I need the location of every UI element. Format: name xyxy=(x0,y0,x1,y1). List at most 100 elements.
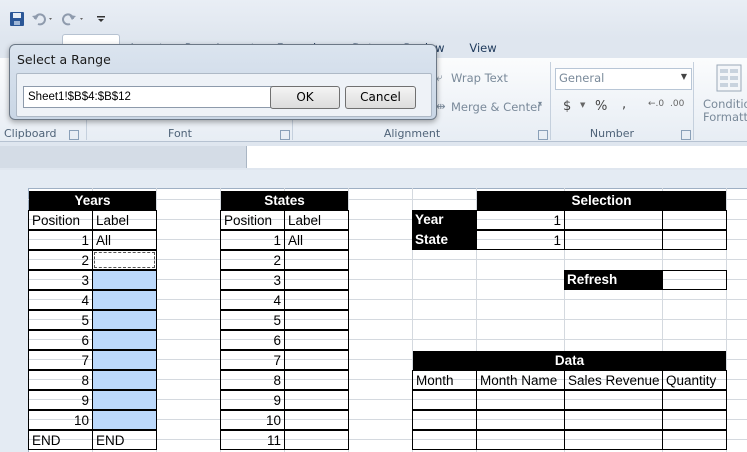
states-position-cell[interactable]: 6 xyxy=(220,330,285,350)
states-position-cell[interactable]: 9 xyxy=(220,390,285,410)
column-header[interactable] xyxy=(662,170,727,189)
row-header[interactable] xyxy=(0,320,29,341)
states-label-cell[interactable] xyxy=(284,290,349,310)
column-header[interactable] xyxy=(348,170,413,189)
increase-decimal-icon[interactable]: ←.0 xyxy=(648,99,664,109)
states-label-cell[interactable] xyxy=(284,270,349,290)
data-cell[interactable] xyxy=(564,410,663,430)
font-launcher-icon[interactable] xyxy=(280,130,290,140)
number-launcher-icon[interactable] xyxy=(681,130,691,140)
states-label-cell[interactable] xyxy=(284,310,349,330)
states-label-cell[interactable] xyxy=(284,410,349,430)
conditional-formatting-label-2[interactable]: Formattin xyxy=(703,110,747,124)
refresh-label[interactable]: Refresh xyxy=(564,270,663,290)
selection-cell[interactable] xyxy=(564,210,663,230)
years-label-cell[interactable] xyxy=(92,250,157,270)
years-label-cell-selected[interactable] xyxy=(92,350,157,370)
column-header[interactable] xyxy=(564,170,663,189)
states-position-cell[interactable]: 7 xyxy=(220,350,285,370)
column-header[interactable] xyxy=(156,170,221,189)
cancel-button[interactable]: Cancel xyxy=(345,86,416,109)
row-header[interactable] xyxy=(0,220,29,241)
tab-view[interactable]: View xyxy=(462,38,504,58)
states-position-cell[interactable]: 2 xyxy=(220,250,285,270)
row-header[interactable] xyxy=(0,260,29,281)
states-label-cell[interactable] xyxy=(284,350,349,370)
years-position-cell[interactable]: 10 xyxy=(28,410,93,430)
percent-button[interactable]: % xyxy=(595,99,607,114)
row-header[interactable] xyxy=(0,360,29,381)
chevron-down-icon[interactable]: ▾ xyxy=(538,99,542,108)
row-header[interactable] xyxy=(0,200,29,221)
alignment-launcher-icon[interactable] xyxy=(538,130,548,140)
state-value-cell[interactable]: 1 xyxy=(476,230,565,250)
years-label-cell-selected[interactable] xyxy=(92,370,157,390)
column-header[interactable] xyxy=(284,170,349,189)
states-position-cell[interactable]: 3 xyxy=(220,270,285,290)
states-position-cell[interactable]: 8 xyxy=(220,370,285,390)
range-input[interactable]: Sheet1!$B$4:$B$12 xyxy=(23,86,273,108)
states-position-cell[interactable]: 4 xyxy=(220,290,285,310)
decrease-decimal-icon[interactable]: .00 xyxy=(670,99,684,109)
years-position-cell[interactable]: 1 xyxy=(28,230,93,250)
undo-icon[interactable] xyxy=(31,11,55,27)
years-label-cell-selected[interactable] xyxy=(92,330,157,350)
clipboard-launcher-icon[interactable] xyxy=(69,130,79,140)
data-cell[interactable] xyxy=(476,390,565,410)
states-label-cell[interactable] xyxy=(284,370,349,390)
conditional-formatting-label[interactable]: Conditio xyxy=(703,97,747,111)
data-cell[interactable] xyxy=(662,410,727,430)
column-header[interactable] xyxy=(476,170,565,189)
years-label-cell-selected[interactable] xyxy=(92,410,157,430)
comma-button[interactable]: , xyxy=(622,97,626,112)
wrap-text-button[interactable]: Wrap Text xyxy=(451,71,508,85)
column-header[interactable] xyxy=(92,170,157,189)
formula-input[interactable] xyxy=(246,146,747,168)
name-box[interactable] xyxy=(0,146,246,168)
years-label-cell-selected[interactable] xyxy=(92,390,157,410)
refresh-cell[interactable] xyxy=(662,270,727,290)
row-header[interactable] xyxy=(0,300,29,321)
row-header[interactable] xyxy=(0,280,29,301)
years-position-cell[interactable]: 8 xyxy=(28,370,93,390)
years-position-cell[interactable]: 7 xyxy=(28,350,93,370)
states-label-cell[interactable] xyxy=(284,390,349,410)
data-cell[interactable] xyxy=(564,390,663,410)
years-label-cell-selected[interactable] xyxy=(92,270,157,290)
row-header[interactable] xyxy=(0,380,29,401)
data-cell[interactable] xyxy=(476,430,565,450)
merge-center-button[interactable]: Merge & Center xyxy=(451,100,542,114)
column-header[interactable] xyxy=(726,170,747,189)
currency-button[interactable]: $ xyxy=(563,99,571,114)
column-header[interactable] xyxy=(412,170,477,189)
customize-toolbar-icon[interactable] xyxy=(95,11,107,27)
row-header[interactable] xyxy=(0,420,29,441)
conditional-formatting-icon[interactable] xyxy=(716,64,742,92)
row-header[interactable] xyxy=(0,340,29,361)
states-label-cell[interactable] xyxy=(284,430,349,450)
row-header[interactable] xyxy=(0,440,29,452)
states-position-cell[interactable]: 10 xyxy=(220,410,285,430)
states-label-cell[interactable]: All xyxy=(284,230,349,250)
column-header[interactable] xyxy=(28,170,93,189)
years-position-cell[interactable]: 3 xyxy=(28,270,93,290)
states-label-cell[interactable] xyxy=(284,330,349,350)
data-cell[interactable] xyxy=(412,430,477,450)
data-cell[interactable] xyxy=(412,390,477,410)
select-range-dialog[interactable]: Select a Range Sheet1!$B$4:$B$12 OK Canc… xyxy=(9,44,437,120)
selection-cell[interactable] xyxy=(662,230,727,250)
redo-icon[interactable] xyxy=(62,11,86,27)
years-position-cell[interactable]: 4 xyxy=(28,290,93,310)
states-position-cell[interactable]: 5 xyxy=(220,310,285,330)
chevron-down-icon[interactable]: ▼ xyxy=(580,101,585,109)
selection-cell[interactable] xyxy=(564,230,663,250)
data-cell[interactable] xyxy=(662,390,727,410)
row-header[interactable] xyxy=(0,400,29,421)
selection-cell[interactable] xyxy=(662,210,727,230)
data-cell[interactable] xyxy=(412,410,477,430)
column-header[interactable] xyxy=(220,170,285,189)
select-all-corner[interactable] xyxy=(0,170,29,189)
years-label-cell-selected[interactable] xyxy=(92,310,157,330)
years-position-cell[interactable]: 5 xyxy=(28,310,93,330)
states-label-cell[interactable] xyxy=(284,250,349,270)
